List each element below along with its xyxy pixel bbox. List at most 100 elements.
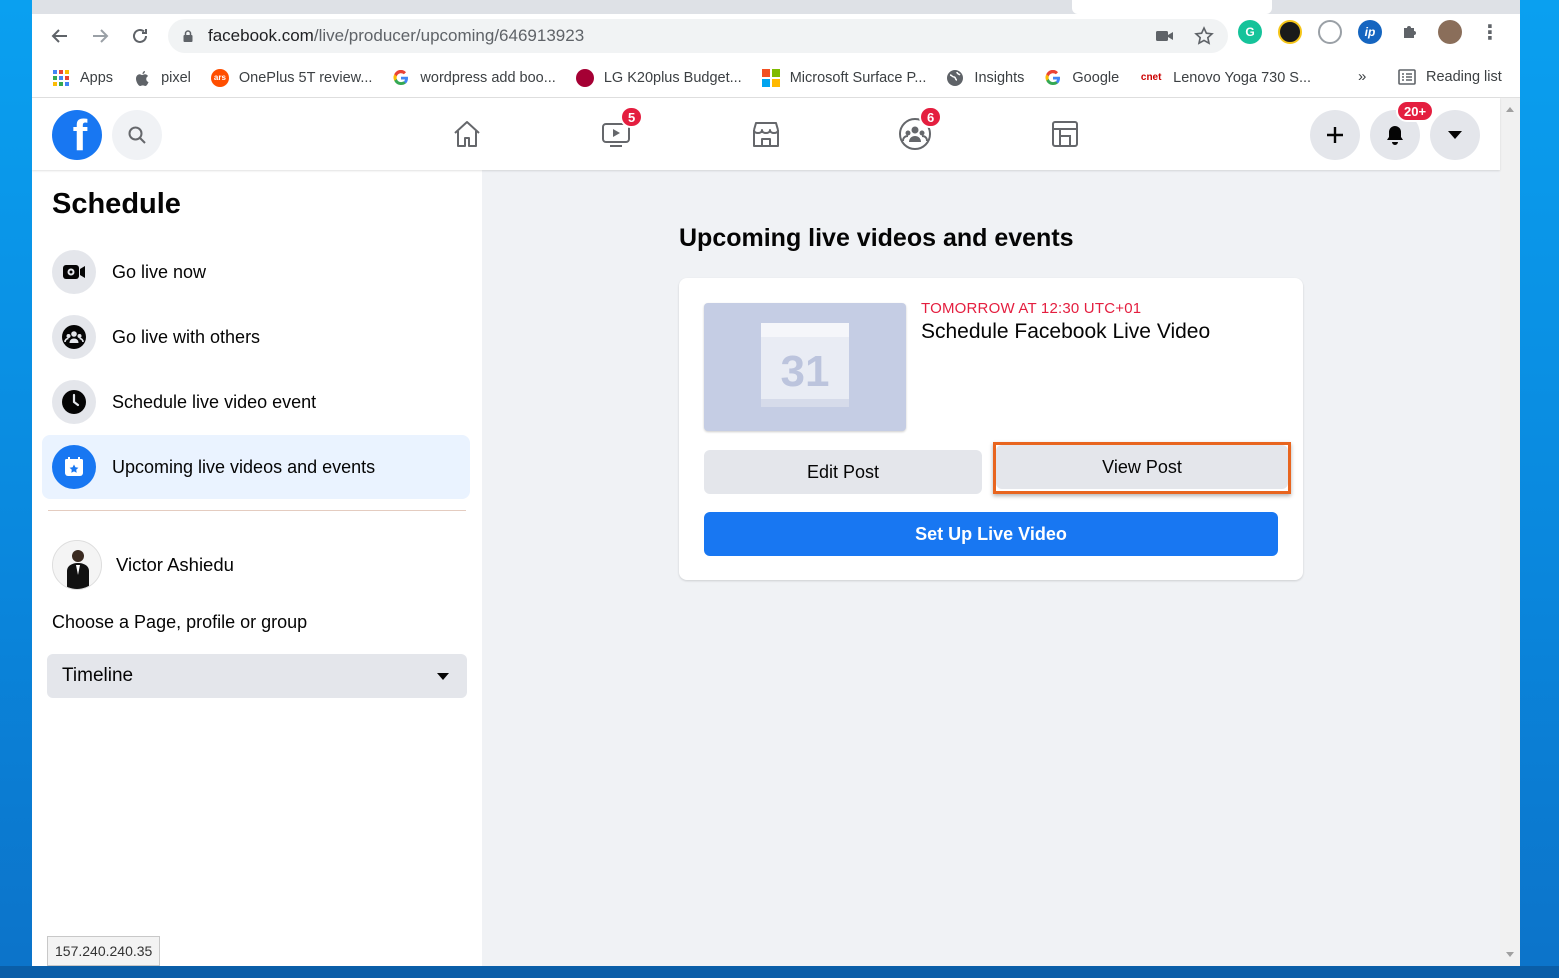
choose-destination-label: Choose a Page, profile or group bbox=[52, 612, 308, 632]
calendar-star-icon bbox=[52, 445, 96, 489]
nav-gaming[interactable] bbox=[1045, 114, 1085, 154]
schedule-sidebar: Schedule Go live now Go live with others… bbox=[32, 170, 482, 966]
active-tab[interactable] bbox=[1072, 0, 1272, 14]
bookmark-star-icon[interactable] bbox=[1194, 26, 1214, 46]
caret-down-icon bbox=[437, 673, 449, 680]
reading-list-button[interactable]: Reading list bbox=[1398, 68, 1502, 86]
facebook-search-button[interactable] bbox=[112, 110, 162, 160]
globe-icon bbox=[946, 69, 964, 87]
bookmark-lg[interactable]: LG K20plus Budget... bbox=[575, 68, 742, 87]
calendar-number: 31 bbox=[781, 347, 830, 396]
sidebar-title: Schedule bbox=[52, 188, 181, 220]
url-domain: facebook.com bbox=[208, 26, 314, 45]
event-card: 31 TOMORROW AT 12:30 UTC+01 Schedule Fac… bbox=[679, 278, 1303, 580]
group-icon bbox=[52, 315, 96, 359]
bookmark-pixel[interactable]: pixel bbox=[133, 69, 191, 87]
page-scrollbar[interactable] bbox=[1500, 98, 1520, 966]
bookmark-insights[interactable]: Insights bbox=[946, 69, 1024, 87]
bookmark-label: Google bbox=[1072, 69, 1120, 86]
event-title[interactable]: Schedule Facebook Live Video bbox=[921, 320, 1210, 344]
scroll-down-icon[interactable] bbox=[1500, 948, 1520, 962]
extensions-puzzle-icon[interactable] bbox=[1398, 20, 1422, 44]
bookmark-oneplus[interactable]: ars OnePlus 5T review... bbox=[210, 68, 373, 87]
bookmark-label: Apps bbox=[80, 69, 114, 86]
bookmark-label: pixel bbox=[161, 69, 191, 86]
nav-marketplace[interactable] bbox=[746, 114, 786, 154]
bookmark-wordpress[interactable]: wordpress add boo... bbox=[392, 69, 556, 87]
facebook-top-nav: f 5 6 20+ bbox=[32, 98, 1500, 170]
taskbar bbox=[0, 966, 1559, 978]
grammarly-extension-icon[interactable]: G bbox=[1238, 20, 1262, 44]
avatar bbox=[52, 540, 102, 590]
chrome-menu-icon[interactable]: ⋮ bbox=[1478, 20, 1502, 44]
main-content: Upcoming live videos and events 31 TOMOR… bbox=[482, 170, 1500, 966]
forward-arrow-icon bbox=[93, 29, 109, 43]
event-date: TOMORROW AT 12:30 UTC+01 bbox=[921, 300, 1142, 317]
gaming-icon bbox=[1052, 121, 1078, 147]
apple-icon bbox=[133, 69, 151, 87]
sidebar-item-schedule-live-video-event[interactable]: Schedule live video event bbox=[42, 370, 470, 434]
tracking-extension-icon[interactable] bbox=[1278, 20, 1302, 44]
destination-select[interactable]: Timeline bbox=[47, 654, 467, 698]
google-icon bbox=[1044, 69, 1062, 87]
profile-row[interactable]: Victor Ashiedu bbox=[52, 540, 234, 590]
account-menu-button[interactable] bbox=[1430, 110, 1480, 160]
nav-watch[interactable]: 5 bbox=[596, 106, 644, 154]
facebook-logo-letter: f bbox=[72, 111, 88, 160]
sidebar-item-go-live-with-others[interactable]: Go live with others bbox=[42, 305, 470, 369]
destination-select-value: Timeline bbox=[62, 665, 134, 686]
sidebar-item-upcoming-live-videos[interactable]: Upcoming live videos and events bbox=[42, 435, 470, 499]
marketplace-icon bbox=[753, 122, 779, 147]
address-bar[interactable]: facebook.com/live/producer/upcoming/6469… bbox=[168, 19, 1228, 53]
create-button[interactable] bbox=[1310, 110, 1360, 160]
sidebar-divider bbox=[48, 510, 466, 511]
bookmark-label: LG K20plus Budget... bbox=[603, 69, 742, 86]
shield-extension-icon[interactable] bbox=[1318, 20, 1342, 44]
bookmark-label: wordpress add boo... bbox=[420, 69, 556, 86]
clock-icon bbox=[52, 380, 96, 424]
notifications-button[interactable]: 20+ bbox=[1370, 100, 1435, 160]
sidebar-item-label: Go live now bbox=[112, 261, 207, 282]
facebook-logo[interactable]: f bbox=[52, 110, 102, 160]
page-title: Upcoming live videos and events bbox=[679, 224, 1074, 252]
forward-button[interactable] bbox=[84, 20, 116, 52]
sidebar-item-label: Go live with others bbox=[112, 326, 261, 347]
reload-icon bbox=[133, 28, 147, 43]
nav-groups[interactable]: 6 bbox=[895, 106, 943, 154]
nav-home[interactable] bbox=[447, 114, 487, 154]
sidebar-item-label: Schedule live video event bbox=[112, 391, 317, 412]
bookmark-lenovo[interactable]: cnet Lenovo Yoga 730 S... bbox=[1139, 69, 1311, 87]
view-post-button[interactable]: View Post bbox=[996, 445, 1288, 489]
bookmarks-bar: Apps pixel ars OnePlus 5T review... word… bbox=[32, 58, 1520, 98]
search-icon bbox=[128, 126, 146, 144]
lg-icon bbox=[575, 68, 594, 87]
calendar-icon: 31 bbox=[761, 323, 849, 407]
reload-button[interactable] bbox=[124, 20, 156, 52]
camera-blocked-icon[interactable] bbox=[1156, 29, 1174, 43]
scroll-up-icon[interactable] bbox=[1500, 102, 1520, 116]
video-camera-icon bbox=[52, 250, 96, 294]
back-arrow-icon bbox=[51, 29, 67, 43]
edit-post-button[interactable]: Edit Post bbox=[704, 450, 982, 494]
bookmarks-overflow-button[interactable]: » bbox=[1358, 68, 1366, 85]
url-path: /live/producer/upcoming/646913923 bbox=[313, 26, 585, 45]
home-icon bbox=[454, 121, 480, 147]
reading-list-icon bbox=[1398, 69, 1416, 85]
bookmark-label: Insights bbox=[974, 69, 1025, 86]
bookmark-microsoft[interactable]: Microsoft Surface P... bbox=[761, 68, 926, 87]
profile-name: Victor Ashiedu bbox=[116, 554, 234, 575]
browser-toolbar: facebook.com/live/producer/upcoming/6469… bbox=[32, 14, 1520, 58]
profile-avatar[interactable] bbox=[1438, 20, 1462, 44]
tab-strip[interactable] bbox=[32, 0, 1520, 14]
bookmark-label: OnePlus 5T review... bbox=[238, 69, 373, 86]
sidebar-item-go-live-now[interactable]: Go live now bbox=[42, 240, 470, 304]
bookmark-google[interactable]: Google bbox=[1044, 69, 1119, 87]
back-button[interactable] bbox=[44, 20, 76, 52]
cnet-icon: cnet bbox=[1140, 72, 1162, 83]
bookmark-apps[interactable]: Apps bbox=[52, 69, 113, 87]
bookmark-label: Lenovo Yoga 730 S... bbox=[1173, 69, 1312, 86]
set-up-live-video-button[interactable]: Set Up Live Video bbox=[704, 512, 1278, 556]
url-text: facebook.com/live/producer/upcoming/6469… bbox=[208, 26, 584, 46]
ars-icon: ars bbox=[210, 68, 229, 87]
ip-extension-icon[interactable]: ip bbox=[1358, 20, 1382, 44]
